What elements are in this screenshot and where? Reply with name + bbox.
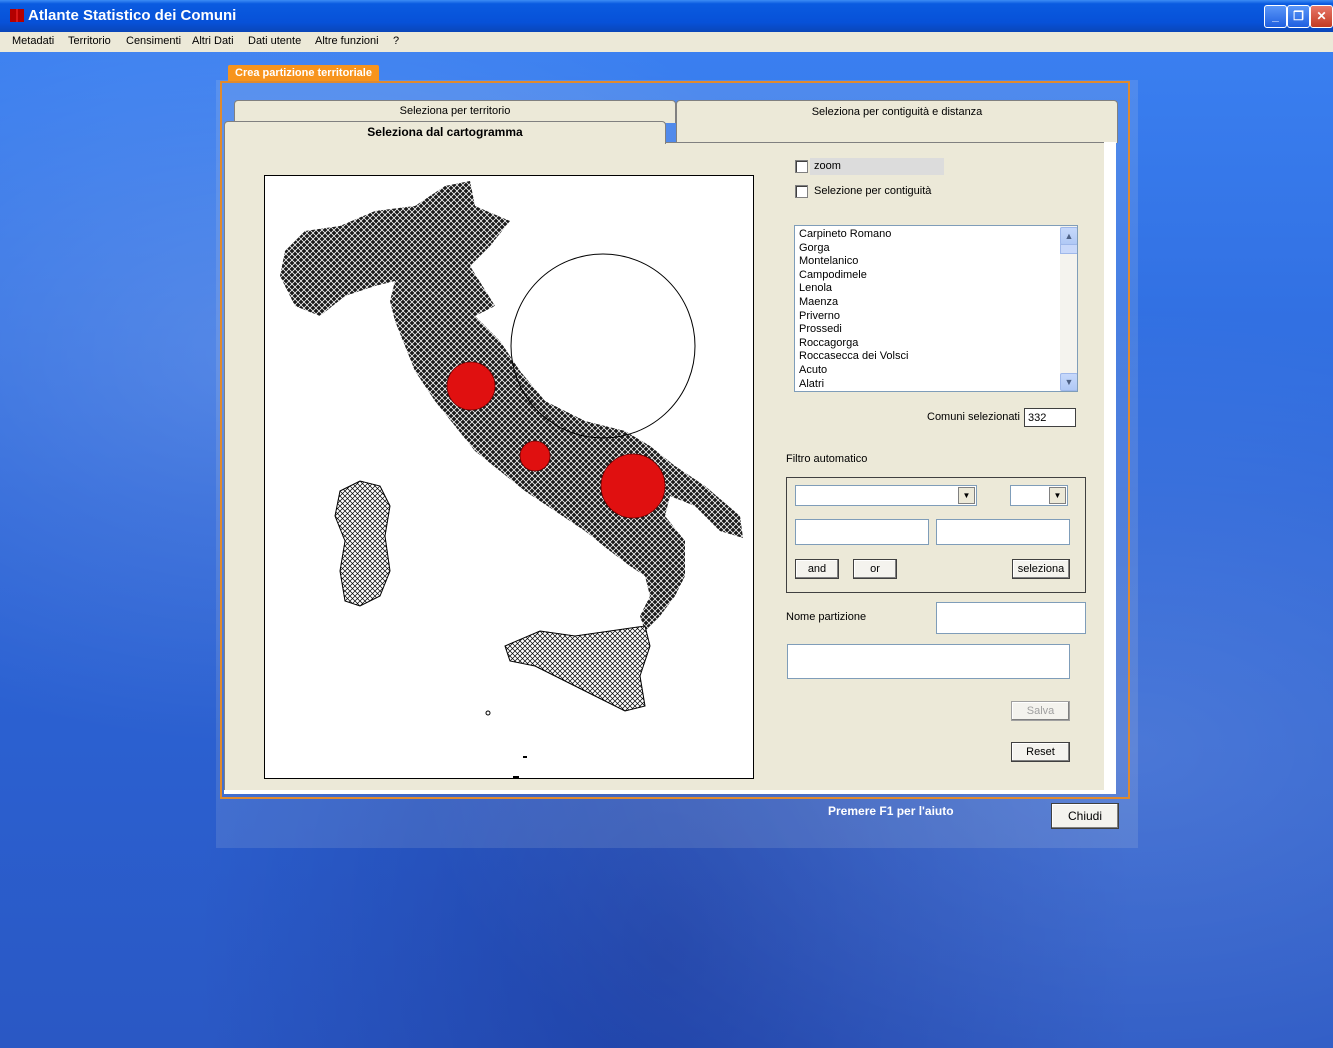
italy-map-svg bbox=[280, 181, 743, 778]
chiudi-button[interactable]: Chiudi bbox=[1051, 803, 1119, 829]
minimize-icon[interactable]: _ bbox=[1264, 5, 1287, 28]
comuni-selezionati-count: 332 bbox=[1024, 408, 1076, 427]
map-island bbox=[513, 776, 519, 778]
filtro-operator-select[interactable]: ▼ bbox=[1010, 485, 1068, 506]
scroll-down-icon[interactable]: ▼ bbox=[1060, 373, 1077, 391]
filtro-automatico-label: Filtro automatico bbox=[786, 453, 868, 465]
filtro-field-select[interactable]: ▼ bbox=[795, 485, 977, 506]
map-island bbox=[523, 756, 527, 758]
list-item[interactable]: Campodimele bbox=[795, 269, 1077, 283]
panel-edge bbox=[1104, 142, 1116, 794]
map-sicily bbox=[504, 625, 651, 712]
comuni-list: Carpineto Romano Gorga Montelanico Campo… bbox=[795, 226, 1077, 391]
list-item[interactable]: Prossedi bbox=[795, 323, 1077, 337]
and-button[interactable]: and bbox=[795, 559, 839, 579]
seleziona-button[interactable]: seleziona bbox=[1012, 559, 1070, 579]
comuni-listbox[interactable]: Carpineto Romano Gorga Montelanico Campo… bbox=[794, 225, 1078, 392]
menu-metadati[interactable]: Metadati bbox=[12, 35, 54, 47]
menu-bar: Metadati Territorio Censimenti Altri Dat… bbox=[0, 32, 1333, 52]
panel-edge-bottom bbox=[224, 790, 1116, 794]
menu-altri-dati[interactable]: Altri Dati bbox=[192, 35, 234, 47]
menu-help[interactable]: ? bbox=[393, 35, 399, 47]
list-item[interactable]: Priverno bbox=[795, 310, 1077, 324]
list-item[interactable]: Montelanico bbox=[795, 255, 1077, 269]
filtro-value-input-2[interactable] bbox=[936, 519, 1070, 545]
scroll-up-icon[interactable]: ▲ bbox=[1060, 227, 1077, 245]
dropdown-arrow-icon[interactable]: ▼ bbox=[1049, 487, 1066, 504]
list-item[interactable]: Gorga bbox=[795, 242, 1077, 256]
listbox-scrollbar[interactable]: ▲ ▼ bbox=[1060, 226, 1077, 391]
list-item[interactable]: Acuto bbox=[795, 364, 1077, 378]
close-icon[interactable]: ✕ bbox=[1310, 5, 1333, 28]
list-item[interactable]: Alatri bbox=[795, 378, 1077, 391]
contiguita-checkbox[interactable] bbox=[795, 185, 808, 198]
or-button[interactable]: or bbox=[853, 559, 897, 579]
salva-button[interactable]: Salva bbox=[1011, 701, 1070, 721]
dropdown-arrow-icon[interactable]: ▼ bbox=[958, 487, 975, 504]
menu-altre-funzioni[interactable]: Altre funzioni bbox=[315, 35, 379, 47]
nome-partizione-input[interactable] bbox=[936, 602, 1086, 634]
list-item[interactable]: Roccasecca dei Volsci bbox=[795, 350, 1077, 364]
zoom-checkbox[interactable] bbox=[795, 160, 808, 173]
descrizione-partizione-input[interactable] bbox=[787, 644, 1070, 679]
list-item[interactable]: Roccagorga bbox=[795, 337, 1077, 351]
zoom-label: zoom bbox=[814, 160, 841, 172]
window-titlebar: Atlante Statistico dei Comuni _ ❐ ✕ bbox=[0, 0, 1333, 32]
filtro-value-input-1[interactable] bbox=[795, 519, 929, 545]
list-item[interactable]: Lenola bbox=[795, 282, 1077, 296]
menu-territorio[interactable]: Territorio bbox=[68, 35, 111, 47]
app-icon bbox=[10, 9, 24, 22]
comuni-selezionati-label: Comuni selezionati bbox=[927, 411, 1020, 423]
map-sardinia bbox=[334, 480, 391, 607]
reset-button[interactable]: Reset bbox=[1011, 742, 1070, 762]
cartogram-map[interactable] bbox=[264, 175, 754, 779]
dialog-title: Crea partizione territoriale bbox=[228, 65, 379, 82]
list-item[interactable]: Maenza bbox=[795, 296, 1077, 310]
map-island bbox=[485, 710, 491, 716]
help-hint: Premere F1 per l'aiuto bbox=[828, 804, 954, 818]
menu-dati-utente[interactable]: Dati utente bbox=[248, 35, 301, 47]
restore-icon[interactable]: ❐ bbox=[1287, 5, 1310, 28]
nome-partizione-label: Nome partizione bbox=[786, 611, 867, 623]
tab-seleziona-dal-cartogramma[interactable]: Seleziona dal cartogramma bbox=[224, 121, 666, 144]
scroll-thumb[interactable] bbox=[1060, 244, 1077, 254]
window-title: Atlante Statistico dei Comuni bbox=[28, 7, 237, 24]
tab-seleziona-per-contiguita[interactable]: Seleziona per contiguità e distanza bbox=[676, 100, 1118, 143]
contiguita-label: Selezione per contiguità bbox=[814, 185, 932, 197]
tab-seleziona-per-territorio[interactable]: Seleziona per territorio bbox=[234, 100, 676, 123]
list-item[interactable]: Carpineto Romano bbox=[795, 228, 1077, 242]
menu-censimenti[interactable]: Censimenti bbox=[126, 35, 181, 47]
map-peninsula bbox=[390, 281, 743, 631]
